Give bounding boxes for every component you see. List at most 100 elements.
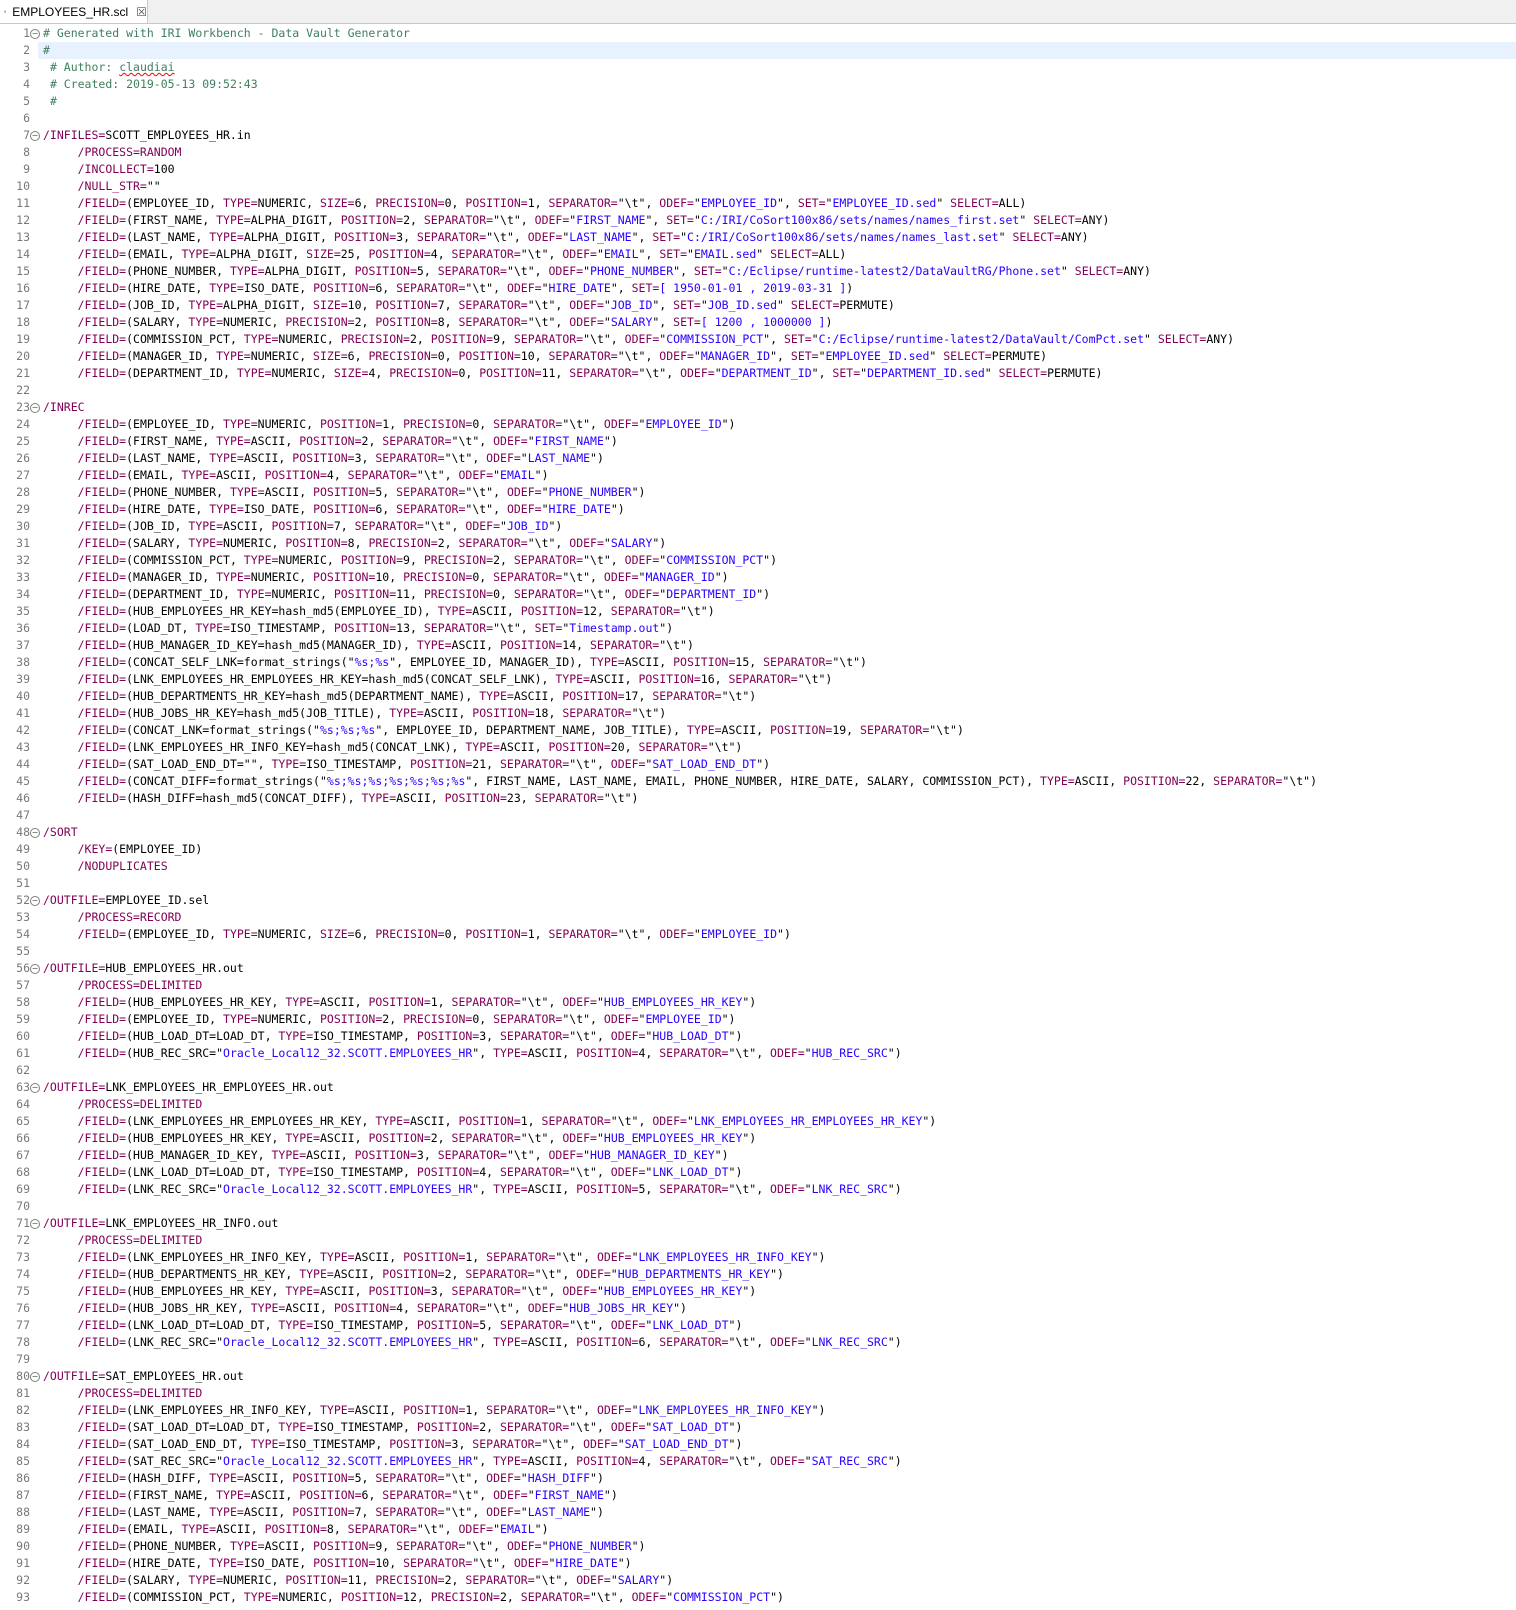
code-line[interactable]: 16 /FIELD=(HIRE_DATE, TYPE=ISO_DATE, POS… [0,280,1516,297]
code-line[interactable]: 74 /FIELD=(HUB_DEPARTMENTS_HR_KEY, TYPE=… [0,1266,1516,1283]
code-line[interactable]: 77 /FIELD=(LNK_LOAD_DT=LOAD_DT, TYPE=ISO… [0,1317,1516,1334]
code-line[interactable]: 91 /FIELD=(HIRE_DATE, TYPE=ISO_DATE, POS… [0,1555,1516,1572]
code-line[interactable]: 13 /FIELD=(LAST_NAME, TYPE=ALPHA_DIGIT, … [0,229,1516,246]
code-line[interactable]: 21 /FIELD=(DEPARTMENT_ID, TYPE=NUMERIC, … [0,365,1516,382]
code-line[interactable]: 1− # Generated with IRI Workbench - Data … [0,25,1516,42]
code-line[interactable]: 20 /FIELD=(MANAGER_ID, TYPE=NUMERIC, SIZ… [0,348,1516,365]
code-line[interactable]: 63−/OUTFILE=LNK_EMPLOYEES_HR_EMPLOYEES_H… [0,1079,1516,1096]
code-line[interactable]: 41 /FIELD=(HUB_JOBS_HR_KEY=hash_md5(JOB_… [0,705,1516,722]
code-line[interactable]: 75 /FIELD=(HUB_EMPLOYEES_HR_KEY, TYPE=AS… [0,1283,1516,1300]
code-line[interactable]: 86 /FIELD=(HASH_DIFF, TYPE=ASCII, POSITI… [0,1470,1516,1487]
code-line[interactable]: 40 /FIELD=(HUB_DEPARTMENTS_HR_KEY=hash_m… [0,688,1516,705]
code-line[interactable]: 8 /PROCESS=RANDOM [0,144,1516,161]
code-line[interactable]: 82 /FIELD=(LNK_EMPLOYEES_HR_INFO_KEY, TY… [0,1402,1516,1419]
code-line[interactable]: 46 /FIELD=(HASH_DIFF=hash_md5(CONCAT_DIF… [0,790,1516,807]
code-line[interactable]: 36 /FIELD=(LOAD_DT, TYPE=ISO_TIMESTAMP, … [0,620,1516,637]
code-line[interactable]: 49 /KEY=(EMPLOYEE_ID) [0,841,1516,858]
fold-toggle-icon[interactable]: − [30,1372,40,1382]
code-line[interactable]: 24 /FIELD=(EMPLOYEE_ID, TYPE=NUMERIC, PO… [0,416,1516,433]
code-line[interactable]: 28 /FIELD=(PHONE_NUMBER, TYPE=ASCII, POS… [0,484,1516,501]
code-line[interactable]: 43 /FIELD=(LNK_EMPLOYEES_HR_INFO_KEY=has… [0,739,1516,756]
code-line[interactable]: 10 /NULL_STR="" [0,178,1516,195]
code-line[interactable]: 17 /FIELD=(JOB_ID, TYPE=ALPHA_DIGIT, SIZ… [0,297,1516,314]
code-line[interactable]: 62 [0,1062,1516,1079]
fold-toggle-icon[interactable]: − [30,964,40,974]
close-tab-icon[interactable]: ☒ [136,5,147,19]
code-line[interactable]: 92 /FIELD=(SALARY, TYPE=NUMERIC, POSITIO… [0,1572,1516,1589]
code-line[interactable]: 15 /FIELD=(PHONE_NUMBER, TYPE=ALPHA_DIGI… [0,263,1516,280]
code-line[interactable]: 57 /PROCESS=DELIMITED [0,977,1516,994]
code-line[interactable]: 33 /FIELD=(MANAGER_ID, TYPE=NUMERIC, POS… [0,569,1516,586]
code-line[interactable]: 42 /FIELD=(CONCAT_LNK=format_strings("%s… [0,722,1516,739]
code-line[interactable]: 23−/INREC [0,399,1516,416]
code-line[interactable]: 44 /FIELD=(SAT_LOAD_END_DT="", TYPE=ISO_… [0,756,1516,773]
code-line[interactable]: 50 /NODUPLICATES [0,858,1516,875]
code-line[interactable]: 71−/OUTFILE=LNK_EMPLOYEES_HR_INFO.out [0,1215,1516,1232]
code-line[interactable]: 58 /FIELD=(HUB_EMPLOYEES_HR_KEY, TYPE=AS… [0,994,1516,1011]
code-line[interactable]: 26 /FIELD=(LAST_NAME, TYPE=ASCII, POSITI… [0,450,1516,467]
code-line[interactable]: 9 /INCOLLECT=100 [0,161,1516,178]
code-line[interactable]: 37 /FIELD=(HUB_MANAGER_ID_KEY=hash_md5(M… [0,637,1516,654]
code-line[interactable]: 14 /FIELD=(EMAIL, TYPE=ALPHA_DIGIT, SIZE… [0,246,1516,263]
code-line[interactable]: 84 /FIELD=(SAT_LOAD_END_DT, TYPE=ISO_TIM… [0,1436,1516,1453]
code-line[interactable]: 59 /FIELD=(EMPLOYEE_ID, TYPE=NUMERIC, PO… [0,1011,1516,1028]
code-line[interactable]: 5 # [0,93,1516,110]
code-line[interactable]: 3 # Author: claudiai [0,59,1516,76]
code-line[interactable]: 53 /PROCESS=RECORD [0,909,1516,926]
code-line[interactable]: 31 /FIELD=(SALARY, TYPE=NUMERIC, POSITIO… [0,535,1516,552]
code-line[interactable]: 70 [0,1198,1516,1215]
fold-toggle-icon[interactable]: − [30,828,40,838]
code-line[interactable]: 39 /FIELD=(LNK_EMPLOYEES_HR_EMPLOYEES_HR… [0,671,1516,688]
code-line[interactable]: 87 /FIELD=(FIRST_NAME, TYPE=ASCII, POSIT… [0,1487,1516,1504]
code-line[interactable]: 45 /FIELD=(CONCAT_DIFF=format_strings("%… [0,773,1516,790]
code-editor[interactable]: 1− # Generated with IRI Workbench - Data … [0,25,1516,1610]
code-line[interactable]: 93 /FIELD=(COMMISSION_PCT, TYPE=NUMERIC,… [0,1589,1516,1606]
code-line[interactable]: 6 [0,110,1516,127]
code-line[interactable]: 32 /FIELD=(COMMISSION_PCT, TYPE=NUMERIC,… [0,552,1516,569]
code-line[interactable]: 81 /PROCESS=DELIMITED [0,1385,1516,1402]
code-line[interactable]: 54 /FIELD=(EMPLOYEE_ID, TYPE=NUMERIC, SI… [0,926,1516,943]
code-line[interactable]: 34 /FIELD=(DEPARTMENT_ID, TYPE=NUMERIC, … [0,586,1516,603]
code-line[interactable]: 88 /FIELD=(LAST_NAME, TYPE=ASCII, POSITI… [0,1504,1516,1521]
code-line[interactable]: 18 /FIELD=(SALARY, TYPE=NUMERIC, PRECISI… [0,314,1516,331]
fold-toggle-icon[interactable]: − [30,29,40,39]
code-line[interactable]: 30 /FIELD=(JOB_ID, TYPE=ASCII, POSITION=… [0,518,1516,535]
code-line[interactable]: 51 [0,875,1516,892]
code-line[interactable]: 68 /FIELD=(LNK_LOAD_DT=LOAD_DT, TYPE=ISO… [0,1164,1516,1181]
code-line[interactable]: 90 /FIELD=(PHONE_NUMBER, TYPE=ASCII, POS… [0,1538,1516,1555]
code-line[interactable]: 27 /FIELD=(EMAIL, TYPE=ASCII, POSITION=4… [0,467,1516,484]
code-line[interactable]: 60 /FIELD=(HUB_LOAD_DT=LOAD_DT, TYPE=ISO… [0,1028,1516,1045]
code-line[interactable]: 29 /FIELD=(HIRE_DATE, TYPE=ISO_DATE, POS… [0,501,1516,518]
code-line[interactable]: 7−/INFILES=SCOTT_EMPLOYEES_HR.in [0,127,1516,144]
code-line[interactable]: 64 /PROCESS=DELIMITED [0,1096,1516,1113]
code-line[interactable]: 56−/OUTFILE=HUB_EMPLOYEES_HR.out [0,960,1516,977]
code-line[interactable]: 55 [0,943,1516,960]
code-line[interactable]: 80−/OUTFILE=SAT_EMPLOYEES_HR.out [0,1368,1516,1385]
code-line[interactable]: 72 /PROCESS=DELIMITED [0,1232,1516,1249]
code-line[interactable]: 19 /FIELD=(COMMISSION_PCT, TYPE=NUMERIC,… [0,331,1516,348]
code-line[interactable]: 73 /FIELD=(LNK_EMPLOYEES_HR_INFO_KEY, TY… [0,1249,1516,1266]
code-line[interactable]: 78 /FIELD=(LNK_REC_SRC="Oracle_Local12_3… [0,1334,1516,1351]
code-line[interactable]: 25 /FIELD=(FIRST_NAME, TYPE=ASCII, POSIT… [0,433,1516,450]
code-line[interactable]: 22 [0,382,1516,399]
fold-toggle-icon[interactable]: − [30,1083,40,1093]
code-line[interactable]: 2 # [0,42,1516,59]
code-line[interactable]: 35 /FIELD=(HUB_EMPLOYEES_HR_KEY=hash_md5… [0,603,1516,620]
fold-toggle-icon[interactable]: − [30,403,40,413]
code-line[interactable]: 76 /FIELD=(HUB_JOBS_HR_KEY, TYPE=ASCII, … [0,1300,1516,1317]
code-line[interactable]: 67 /FIELD=(HUB_MANAGER_ID_KEY, TYPE=ASCI… [0,1147,1516,1164]
code-line[interactable]: 4 # Created: 2019-05-13 09:52:43 [0,76,1516,93]
code-line[interactable]: 66 /FIELD=(HUB_EMPLOYEES_HR_KEY, TYPE=AS… [0,1130,1516,1147]
code-line[interactable]: 47 [0,807,1516,824]
code-line[interactable]: 52−/OUTFILE=EMPLOYEE_ID.sel [0,892,1516,909]
code-line[interactable]: 12 /FIELD=(FIRST_NAME, TYPE=ALPHA_DIGIT,… [0,212,1516,229]
code-line[interactable]: 61 /FIELD=(HUB_REC_SRC="Oracle_Local12_3… [0,1045,1516,1062]
fold-toggle-icon[interactable]: − [30,1219,40,1229]
code-line[interactable]: 65 /FIELD=(LNK_EMPLOYEES_HR_EMPLOYEES_HR… [0,1113,1516,1130]
code-line[interactable]: 79 [0,1351,1516,1368]
code-line[interactable]: 85 /FIELD=(SAT_REC_SRC="Oracle_Local12_3… [0,1453,1516,1470]
editor-tab[interactable]: EMPLOYEES_HR.scl ☒ [0,0,148,23]
code-line[interactable]: 83 /FIELD=(SAT_LOAD_DT=LOAD_DT, TYPE=ISO… [0,1419,1516,1436]
code-line[interactable]: 11 /FIELD=(EMPLOYEE_ID, TYPE=NUMERIC, SI… [0,195,1516,212]
fold-toggle-icon[interactable]: − [30,131,40,141]
